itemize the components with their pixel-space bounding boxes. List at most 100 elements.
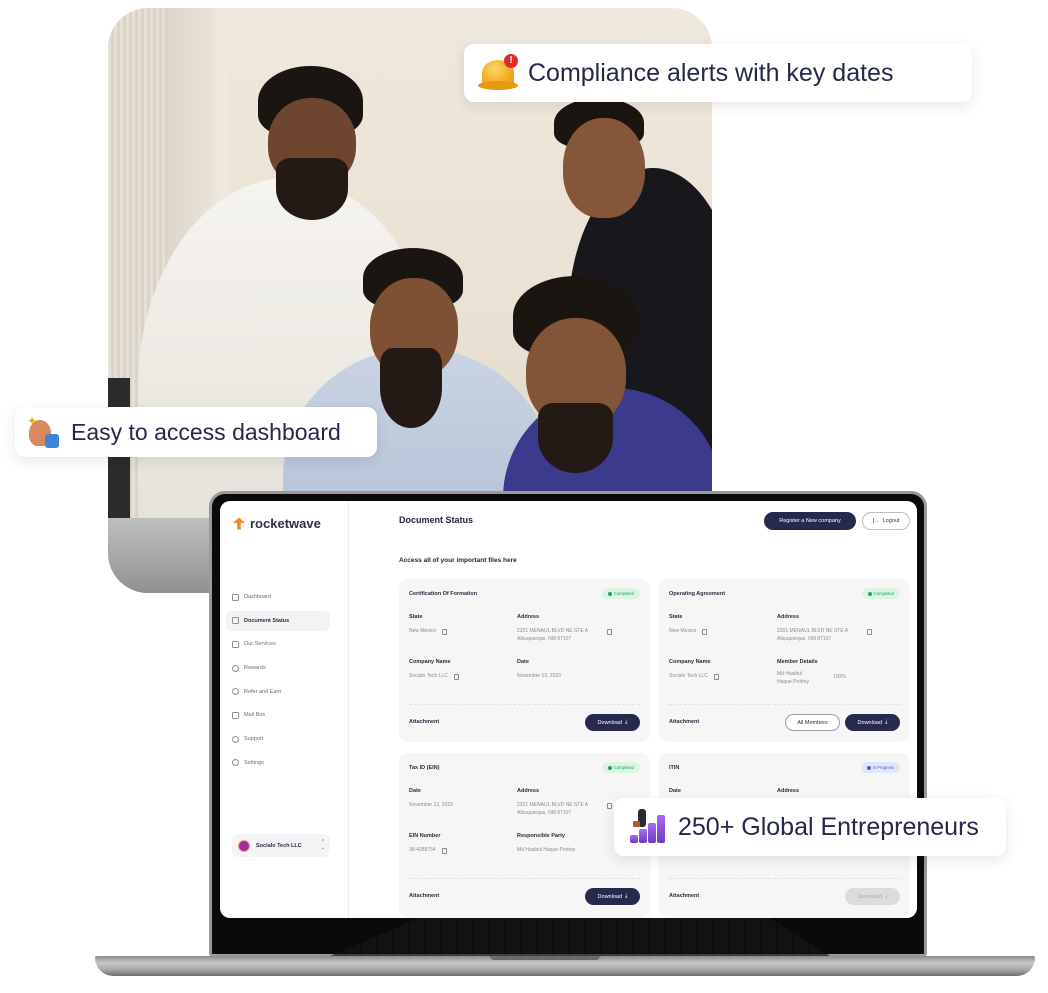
page-title: Document Status: [399, 515, 474, 525]
status-badge: In Progress: [860, 762, 900, 773]
attachment-label: Attachment: [669, 893, 700, 899]
card-title: Tax ID (EIN): [409, 765, 440, 771]
folder-icon: [232, 617, 239, 625]
rocket-logo-icon: [233, 517, 245, 530]
copy-icon[interactable]: [713, 674, 719, 680]
brand-name: rocketwave: [250, 516, 321, 531]
user-settings-icon: [232, 759, 239, 767]
field-ein-number: EIN Number 38-4288754: [409, 833, 447, 855]
field-date: Date November 13, 2023: [409, 788, 453, 808]
document-card-operating-agreement: Operating Agreement Completed State New …: [659, 579, 910, 742]
field-company-name: Company Name Socialo Tech LLC: [669, 659, 719, 681]
copy-icon[interactable]: [442, 629, 448, 635]
copy-icon[interactable]: [702, 629, 708, 635]
sidebar-item-label: Rewards: [244, 665, 266, 672]
sidebar-item-dashboard[interactable]: Dashboard: [226, 587, 330, 607]
easy-access-chip: ✦ Easy to access dashboard: [15, 407, 377, 457]
logout-icon: [→: [872, 518, 880, 524]
all-members-button[interactable]: All Members: [785, 714, 840, 731]
mail-icon: [232, 711, 239, 719]
card-divider: [409, 704, 640, 705]
download-button[interactable]: Download ⤓: [845, 714, 900, 731]
sidebar-item-rewards[interactable]: Rewards: [226, 658, 330, 678]
company-switcher[interactable]: Socialo Tech LLC ⌃ ⌄: [232, 834, 330, 857]
document-card-certification: Certification Of Formation Completed Sta…: [399, 579, 650, 742]
card-divider: [669, 704, 900, 705]
photo-desk: [108, 518, 218, 593]
brand-logo[interactable]: rocketwave: [233, 516, 321, 531]
sidebar-item-label: Refer and Earn: [244, 688, 282, 695]
sidebar: rocketwave Dashboard Document Status Our…: [220, 501, 349, 918]
field-date: Date November 13, 2023: [517, 659, 561, 679]
copy-icon[interactable]: [867, 629, 872, 635]
sidebar-item-support[interactable]: Support: [226, 729, 330, 749]
field-address: Address 2201 MENAUL BLVD NE STE A Albuqu…: [777, 614, 902, 643]
card-title: Certification Of Formation: [409, 591, 478, 597]
field-address: Address: [777, 788, 800, 794]
sidebar-item-refer-and-earn[interactable]: Refer and Earn: [226, 682, 330, 702]
laptop-notch: [490, 956, 600, 960]
photo-person-face: [563, 118, 645, 218]
attachment-label: Attachment: [409, 893, 440, 899]
register-company-button[interactable]: Register a New company: [764, 512, 856, 530]
copy-icon[interactable]: [453, 674, 459, 680]
bell-icon: !: [478, 54, 518, 92]
sidebar-item-mail-box[interactable]: Mail Box: [226, 705, 330, 725]
chevron-up-down-icon: ⌃ ⌄: [320, 839, 325, 851]
card-divider: [409, 878, 640, 879]
field-address: Address 2201 MENAUL BLVD NE STE A Albuqu…: [517, 614, 642, 643]
notification-badge: !: [504, 54, 518, 68]
copy-icon[interactable]: [607, 629, 612, 635]
copy-icon[interactable]: [441, 848, 447, 854]
field-responsible-party: Responsible Party Md Hasibul Haque Prott…: [517, 833, 576, 853]
field-company-name: Company Name Socialo Tech LLC: [409, 659, 459, 681]
attachment-label: Attachment: [669, 719, 700, 725]
photo-person-beard: [380, 348, 442, 428]
download-button-disabled[interactable]: Download ⤓: [845, 888, 900, 905]
sidebar-item-label: Document Status: [244, 617, 290, 624]
document-card-tax-id: Tax ID (EIN) Completed Date November 13,…: [399, 753, 650, 918]
download-button[interactable]: Download ⤓: [585, 714, 640, 731]
sidebar-item-label: Mail Box: [244, 712, 266, 719]
attachment-label: Attachment: [409, 719, 440, 725]
services-icon: [232, 640, 239, 648]
compliance-alerts-text: Compliance alerts with key dates: [528, 58, 894, 87]
sidebar-item-label: Settings: [244, 759, 264, 766]
download-icon: ⤓: [885, 893, 888, 899]
grid-icon: [232, 593, 239, 601]
sidebar-item-label: Our Services: [244, 641, 276, 648]
download-icon: ⤓: [625, 719, 628, 725]
section-subtitle: Access all of your important files here: [399, 557, 517, 564]
sidebar-item-settings[interactable]: Settings: [226, 753, 330, 773]
easy-access-text: Easy to access dashboard: [71, 418, 341, 445]
sidebar-nav: Dashboard Document Status Our Services R…: [226, 587, 330, 777]
field-state: State New Mexico: [409, 614, 448, 636]
compliance-alerts-chip: ! Compliance alerts with key dates: [464, 44, 972, 102]
field-date: Date: [669, 788, 681, 794]
company-avatar: [238, 839, 250, 852]
status-badge: Completed: [861, 588, 900, 599]
logout-button[interactable]: [→ Logout: [862, 512, 910, 530]
card-title: ITIN: [669, 765, 680, 771]
field-member-details: Member Details Md Hasibul Haque Prottoy 1…: [777, 659, 846, 685]
status-badge: Completed: [601, 588, 640, 599]
photo-person-beard: [276, 158, 348, 220]
support-icon: [232, 735, 239, 743]
company-name: Socialo Tech LLC: [256, 842, 302, 849]
photo-person-beard: [538, 403, 613, 473]
download-icon: ⤓: [885, 719, 888, 725]
trophy-icon: [232, 664, 239, 672]
copy-icon[interactable]: [607, 803, 612, 809]
stairs-growth-icon: [628, 809, 668, 845]
status-badge: Completed: [601, 762, 640, 773]
sidebar-item-our-services[interactable]: Our Services: [226, 634, 330, 654]
download-icon: ⤓: [625, 893, 628, 899]
download-button[interactable]: Download ⤓: [585, 888, 640, 905]
card-title: Operating Agreement: [669, 591, 726, 597]
card-divider: [669, 878, 900, 879]
logout-label: Logout: [882, 518, 900, 524]
sidebar-item-label: Dashboard: [244, 594, 271, 600]
sidebar-item-document-status[interactable]: Document Status: [226, 610, 330, 631]
refer-icon: [232, 688, 239, 696]
sidebar-item-label: Support: [244, 736, 264, 743]
